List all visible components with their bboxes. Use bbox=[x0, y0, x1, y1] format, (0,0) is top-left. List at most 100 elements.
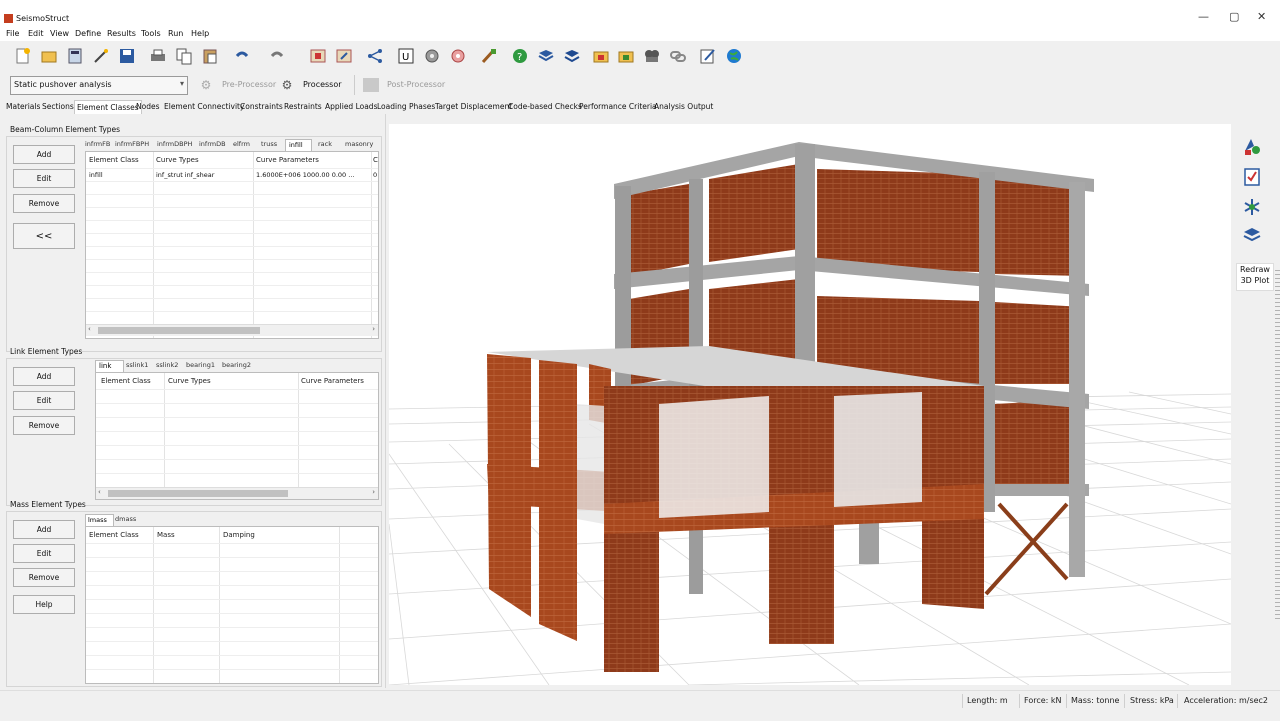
post-processor-button[interactable]: Post-Processor bbox=[361, 75, 445, 94]
processor-button[interactable]: ⚙ Processor bbox=[277, 75, 342, 94]
beam-column-remove-button[interactable]: Remove bbox=[13, 194, 75, 213]
analysis-type-select[interactable]: Static pushover analysis ▾ bbox=[10, 76, 188, 95]
tab-constraints[interactable]: Constraints bbox=[240, 100, 283, 115]
column-header-curve-types[interactable]: Curve Types bbox=[168, 377, 211, 385]
maximize-button[interactable]: ▢ bbox=[1229, 10, 1239, 23]
column-header-element-class[interactable]: Element Class bbox=[89, 156, 139, 164]
mass-add-button[interactable]: Add bbox=[13, 520, 75, 539]
settings-icon[interactable] bbox=[447, 45, 469, 67]
cell-element-class[interactable]: infill bbox=[89, 171, 103, 179]
beam-column-edit-button[interactable]: Edit bbox=[13, 169, 75, 188]
scroll-right-icon[interactable]: › bbox=[372, 325, 375, 333]
book-icon[interactable] bbox=[535, 45, 557, 67]
beam-column-add-button[interactable]: Add bbox=[13, 145, 75, 164]
tab-performance-criteria[interactable]: Performance Criteria bbox=[579, 100, 657, 115]
column-header-c[interactable]: C bbox=[373, 156, 378, 164]
tab-applied-loads[interactable]: Applied Loads bbox=[325, 100, 377, 115]
tab-sections[interactable]: Sections bbox=[42, 100, 74, 115]
column-header-element-class[interactable]: Element Class bbox=[89, 531, 139, 539]
collapse-panel-button[interactable]: << bbox=[13, 223, 75, 249]
mass-edit-button[interactable]: Edit bbox=[13, 544, 75, 563]
horizontal-scrollbar[interactable]: ‹ › bbox=[86, 324, 378, 336]
layers-icon[interactable] bbox=[1241, 224, 1263, 246]
copy-icon[interactable] bbox=[173, 45, 195, 67]
column-header-curve-parameters[interactable]: Curve Parameters bbox=[256, 156, 319, 164]
tab-sslink2[interactable]: sslink2 bbox=[156, 360, 178, 372]
brush-icon[interactable] bbox=[478, 45, 500, 67]
undo-icon[interactable] bbox=[231, 45, 253, 67]
close-button[interactable]: ✕ bbox=[1257, 10, 1266, 23]
tab-nodes[interactable]: Nodes bbox=[136, 100, 159, 115]
tab-masonry[interactable]: masonry bbox=[345, 139, 373, 151]
new-file-icon[interactable] bbox=[12, 45, 34, 67]
tab-bearing1[interactable]: bearing1 bbox=[186, 360, 215, 372]
connect-icon[interactable] bbox=[364, 45, 386, 67]
wizard-icon[interactable] bbox=[90, 45, 112, 67]
scroll-left-icon[interactable]: ‹ bbox=[88, 325, 91, 333]
scroll-left-icon[interactable]: ‹ bbox=[98, 488, 101, 496]
tab-bearing2[interactable]: bearing2 bbox=[222, 360, 251, 372]
redraw-3d-plot-button[interactable]: Redraw 3D Plot bbox=[1236, 263, 1274, 291]
mass-remove-button[interactable]: Remove bbox=[13, 568, 75, 587]
redo-icon[interactable] bbox=[266, 45, 288, 67]
print-icon[interactable] bbox=[147, 45, 169, 67]
link-edit-button[interactable]: Edit bbox=[13, 391, 75, 410]
menu-help[interactable]: Help bbox=[191, 29, 209, 38]
scroll-right-icon[interactable]: › bbox=[372, 488, 375, 496]
save-icon[interactable] bbox=[116, 45, 138, 67]
export-icon[interactable] bbox=[333, 45, 355, 67]
calculator-icon[interactable] bbox=[64, 45, 86, 67]
column-header-curve-types[interactable]: Curve Types bbox=[156, 156, 199, 164]
tab-analysis-output[interactable]: Analysis Output bbox=[654, 100, 713, 115]
tab-loading-phases[interactable]: Loading Phases bbox=[377, 100, 435, 115]
link-remove-button[interactable]: Remove bbox=[13, 416, 75, 435]
shapes-icon[interactable] bbox=[1241, 136, 1263, 158]
import-icon[interactable] bbox=[307, 45, 329, 67]
tab-materials[interactable]: Materials bbox=[6, 100, 40, 115]
cell-c[interactable]: 0 bbox=[373, 171, 377, 179]
cell-curve-parameters[interactable]: 1.6000E+006 1000.00 0.00 ... bbox=[256, 171, 354, 179]
tab-infrmfb[interactable]: infrmFB bbox=[85, 139, 110, 151]
tab-infrmdbph[interactable]: infrmDBPH bbox=[157, 139, 192, 151]
column-header-mass[interactable]: Mass bbox=[157, 531, 175, 539]
scrollbar-thumb[interactable] bbox=[98, 327, 260, 334]
globe-icon[interactable] bbox=[723, 45, 745, 67]
menu-view[interactable]: View bbox=[50, 29, 69, 38]
tab-elfrm[interactable]: elfrm bbox=[233, 139, 250, 151]
menu-tools[interactable]: Tools bbox=[141, 29, 161, 38]
checklist-icon[interactable] bbox=[1241, 166, 1263, 188]
asterisk-icon[interactable] bbox=[1241, 196, 1263, 218]
film-icon[interactable] bbox=[641, 45, 663, 67]
scrollbar-thumb[interactable] bbox=[108, 490, 288, 497]
menu-edit[interactable]: Edit bbox=[28, 29, 44, 38]
help-icon[interactable]: ? bbox=[509, 45, 531, 67]
pre-processor-button[interactable]: ⚙ Pre-Processor bbox=[196, 75, 277, 94]
tab-dmass[interactable]: dmass bbox=[115, 514, 136, 526]
u-units-icon[interactable]: U bbox=[395, 45, 417, 67]
help-button[interactable]: Help bbox=[13, 595, 75, 614]
edit-icon[interactable] bbox=[697, 45, 719, 67]
menu-results[interactable]: Results bbox=[107, 29, 136, 38]
chain-icon[interactable] bbox=[667, 45, 689, 67]
book-blue-icon[interactable] bbox=[561, 45, 583, 67]
tab-code-based-checks[interactable]: Code-based Checks bbox=[508, 100, 582, 115]
column-header-element-class[interactable]: Element Class bbox=[101, 377, 151, 385]
tab-restraints[interactable]: Restraints bbox=[284, 100, 322, 115]
tab-sslink1[interactable]: sslink1 bbox=[126, 360, 148, 372]
menu-file[interactable]: File bbox=[6, 29, 19, 38]
structure-3d-plot[interactable] bbox=[389, 124, 1231, 685]
folder-yellow-icon[interactable] bbox=[615, 45, 637, 67]
tab-element-connectivity[interactable]: Element Connectivity bbox=[164, 100, 244, 115]
paste-icon[interactable] bbox=[199, 45, 221, 67]
menu-run[interactable]: Run bbox=[168, 29, 183, 38]
3d-model-viewport[interactable] bbox=[389, 124, 1231, 685]
folder-icon[interactable] bbox=[590, 45, 612, 67]
cell-curve-types[interactable]: inf_strut inf_shear bbox=[156, 171, 214, 179]
minimize-button[interactable]: — bbox=[1198, 10, 1209, 23]
gear-icon[interactable] bbox=[421, 45, 443, 67]
tab-truss[interactable]: truss bbox=[261, 139, 277, 151]
column-header-curve-parameters[interactable]: Curve Parameters bbox=[301, 377, 364, 385]
open-folder-icon[interactable] bbox=[38, 45, 60, 67]
tab-rack[interactable]: rack bbox=[318, 139, 332, 151]
tab-infrmfbph[interactable]: infrmFBPH bbox=[115, 139, 149, 151]
